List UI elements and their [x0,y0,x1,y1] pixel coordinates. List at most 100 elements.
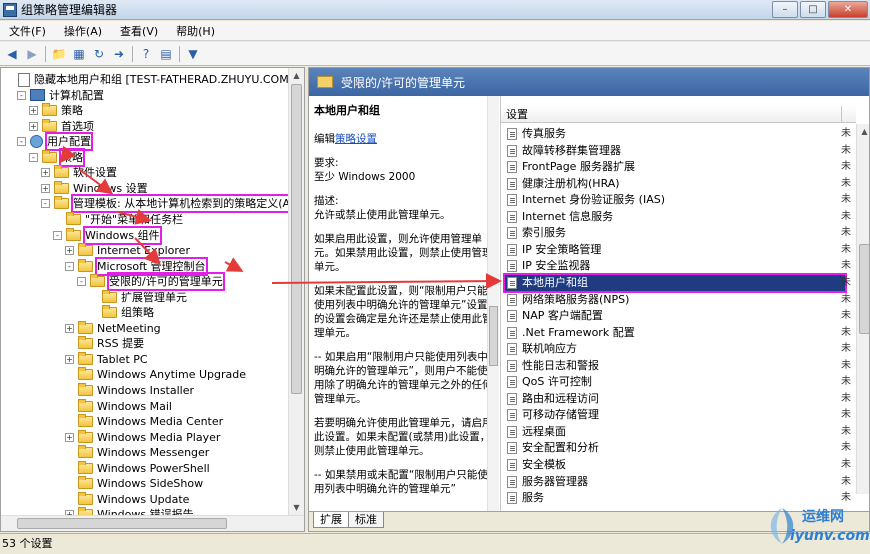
setting-row[interactable]: Internet 信息服务 [505,209,845,225]
tree-node[interactable]: - 用户配置 [17,132,93,152]
expand-icon[interactable]: + [29,106,38,116]
tree-node[interactable]: - Windows 组件 [53,225,162,245]
tree-node[interactable]: Windows SideShow [65,476,203,491]
collapse-icon[interactable]: - [29,152,38,162]
up-folder-icon[interactable]: 📁 [50,45,68,63]
export-list-icon[interactable]: ➜ [110,45,128,63]
setting-row[interactable]: 远程桌面 [505,424,845,440]
setting-row[interactable]: 安全模板 [505,457,845,473]
refresh-icon[interactable]: ↻ [90,45,108,63]
setting-row[interactable]: 索引服务 [505,225,845,241]
tree-node[interactable]: - 受限的/许可的管理单元 [77,272,225,292]
setting-row[interactable]: 传真服务 [505,126,845,142]
scroll-thumb[interactable] [489,306,498,366]
scroll-thumb[interactable] [17,518,227,529]
forward-arrow-icon[interactable]: ▶ [23,45,41,63]
tree-node[interactable]: - 策略 [29,147,85,167]
setting-label: 远程桌面 [522,424,566,438]
tree-node[interactable]: Windows Mail [65,398,172,414]
setting-row[interactable]: FrontPage 服务器扩展 [505,159,845,175]
scroll-thumb[interactable] [859,244,869,334]
tree-node[interactable]: + NetMeeting [65,320,161,336]
setting-row[interactable]: 健康注册机构(HRA) [505,176,845,192]
show-hide-tree-icon[interactable]: ▦ [70,45,88,63]
tree-node[interactable]: 组策略 [89,305,154,320]
tree-node[interactable]: - Microsoft 管理控制台 [65,256,208,276]
expand-icon[interactable]: + [65,246,74,256]
setting-row[interactable]: .Net Framework 配置 [505,325,845,341]
description-scrollbar[interactable] [487,96,499,511]
tree-node[interactable]: 隐藏本地用户和组 [TEST-FATHERAD.ZHUYU.COM] 策略 [5,72,289,87]
setting-row[interactable]: 安全配置和分析 [505,440,845,456]
setting-row[interactable]: 服务器管理器 [505,474,845,490]
tree-horizontal-scrollbar[interactable] [1,515,304,531]
tree-node[interactable]: + 首选项 [29,118,94,134]
setting-row[interactable]: 本地用户和组 [503,272,847,293]
back-arrow-icon[interactable]: ◀ [3,45,21,63]
collapse-icon[interactable]: - [41,199,50,209]
close-button[interactable]: ✕ [828,1,868,18]
collapse-icon[interactable]: - [77,277,86,287]
tree-node-label: Windows SideShow [97,477,204,491]
tree-node[interactable]: Windows Anytime Upgrade [65,367,246,382]
edit-policy-link[interactable]: 策略设置 [335,133,377,145]
setting-row[interactable]: IP 安全策略管理 [505,242,845,258]
setting-row[interactable]: 性能日志和警报 [505,358,845,374]
tree-node[interactable]: + Tablet PC [65,351,148,367]
setting-row[interactable]: 联机响应方 [505,341,845,357]
filter-icon[interactable]: ▼ [184,45,202,63]
maximize-button[interactable]: □ [800,1,826,18]
expand-icon[interactable]: + [65,354,74,364]
collapse-icon[interactable]: - [53,230,62,240]
setting-row[interactable]: QoS 许可控制 [505,374,845,390]
tree-node[interactable]: Windows Messenger [65,445,209,460]
minimize-button[interactable]: – [772,1,798,18]
tree-node[interactable]: Windows Media Center [65,414,223,429]
menu-file[interactable]: 文件(F) [0,23,55,39]
expand-icon[interactable]: + [65,323,74,333]
column-header-state[interactable] [841,106,856,123]
collapse-icon[interactable]: - [65,261,74,271]
menu-help[interactable]: 帮助(H) [167,23,224,39]
column-header-setting[interactable]: 设置 [501,106,856,123]
tree-node[interactable]: Windows PowerShell [65,460,210,476]
tree-node[interactable]: + Internet Explorer [65,243,190,258]
collapse-icon[interactable]: - [17,90,26,100]
tree-node[interactable]: 扩展管理单元 [89,289,187,305]
collapse-icon[interactable]: - [17,137,26,147]
tree-node[interactable]: + 软件设置 [41,165,117,180]
tree-node[interactable]: RSS 提要 [65,336,144,351]
help-icon[interactable]: ? [137,45,155,63]
scroll-thumb[interactable] [291,84,302,394]
setting-row[interactable]: 路由和远程访问 [505,391,845,407]
tab-extended[interactable]: 扩展 [313,512,349,528]
setting-row[interactable]: 服务 [505,490,845,506]
setting-row[interactable]: NAP 客户端配置 [505,308,845,324]
tree-node[interactable]: Windows Installer [65,383,194,398]
expand-icon[interactable]: + [41,168,50,178]
tree-node[interactable]: + 策略 [29,103,83,118]
scroll-up-icon[interactable]: ▲ [857,124,869,139]
scroll-down-icon[interactable]: ▼ [289,500,304,515]
list-vertical-scrollbar[interactable]: ▲ [856,124,869,494]
expand-icon[interactable]: + [41,183,50,193]
menu-action[interactable]: 操作(A) [55,23,111,39]
setting-row[interactable]: IP 安全监视器 [505,258,845,274]
setting-row[interactable]: 网络策略服务器(NPS) [505,292,845,308]
expand-icon[interactable]: + [65,432,74,442]
tree-node[interactable]: Windows Update [65,491,189,507]
menu-view[interactable]: 查看(V) [111,23,167,39]
setting-row[interactable]: Internet 身份验证服务 (IAS) [505,192,845,208]
tree-node[interactable]: + Windows 设置 [41,180,148,196]
setting-row[interactable]: 可移动存储管理 [505,407,845,423]
tree-node[interactable]: "开始"菜单和任务栏 [53,211,183,227]
tree-node[interactable]: - 计算机配置 [17,88,104,103]
scroll-up-icon[interactable]: ▲ [289,68,304,83]
tree-node[interactable]: + Windows Media Player [65,429,220,445]
setting-row[interactable]: 故障转移群集管理器 [505,143,845,159]
tree-node[interactable]: - 管理模板: 从本地计算机检索到的策略定义(A [41,194,289,214]
properties-icon[interactable]: ▤ [157,45,175,63]
tab-standard[interactable]: 标准 [348,512,384,528]
expand-icon[interactable]: + [29,121,38,131]
tree-vertical-scrollbar[interactable]: ▲ ▼ [288,68,304,516]
